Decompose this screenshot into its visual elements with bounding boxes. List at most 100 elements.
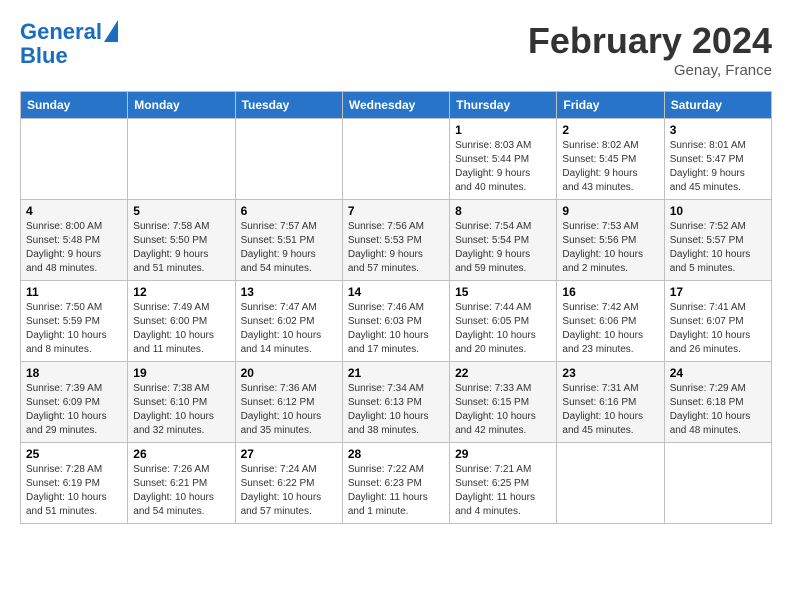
table-row — [664, 443, 771, 524]
location: Genay, France — [528, 62, 772, 79]
day-info-text: Daylight: 9 hours — [26, 248, 122, 262]
day-info-text: and 23 minutes. — [562, 343, 658, 357]
day-info-text: Sunset: 6:03 PM — [348, 315, 444, 329]
day-info-text: Sunrise: 8:02 AM — [562, 139, 658, 153]
day-number: 12 — [133, 285, 229, 299]
calendar-week-row: 11Sunrise: 7:50 AMSunset: 5:59 PMDayligh… — [21, 281, 772, 362]
day-info-text: Daylight: 10 hours — [670, 410, 766, 424]
day-number: 18 — [26, 366, 122, 380]
day-info-text: Sunset: 6:18 PM — [670, 396, 766, 410]
day-info-text: and 54 minutes. — [133, 505, 229, 519]
table-row — [557, 443, 664, 524]
day-info-text: Sunset: 6:21 PM — [133, 477, 229, 491]
day-number: 11 — [26, 285, 122, 299]
day-info-text: Sunset: 5:44 PM — [455, 153, 551, 167]
day-number: 1 — [455, 123, 551, 137]
table-row: 6Sunrise: 7:57 AMSunset: 5:51 PMDaylight… — [235, 200, 342, 281]
day-info-text: Daylight: 10 hours — [562, 248, 658, 262]
day-info-text: and 35 minutes. — [241, 424, 337, 438]
day-info-text: Sunrise: 8:01 AM — [670, 139, 766, 153]
day-info-text: and 29 minutes. — [26, 424, 122, 438]
table-row: 17Sunrise: 7:41 AMSunset: 6:07 PMDayligh… — [664, 281, 771, 362]
day-info-text: and 2 minutes. — [562, 262, 658, 276]
table-row — [342, 119, 449, 200]
table-row: 11Sunrise: 7:50 AMSunset: 5:59 PMDayligh… — [21, 281, 128, 362]
day-info-text: Sunset: 6:09 PM — [26, 396, 122, 410]
table-row: 25Sunrise: 7:28 AMSunset: 6:19 PMDayligh… — [21, 443, 128, 524]
day-info-text: and 59 minutes. — [455, 262, 551, 276]
table-row — [128, 119, 235, 200]
col-wednesday: Wednesday — [342, 92, 449, 119]
day-number: 23 — [562, 366, 658, 380]
table-row: 13Sunrise: 7:47 AMSunset: 6:02 PMDayligh… — [235, 281, 342, 362]
day-info-text: Sunset: 6:23 PM — [348, 477, 444, 491]
day-info-text: Sunset: 6:13 PM — [348, 396, 444, 410]
logo: General Blue — [20, 20, 118, 68]
day-info-text: and 45 minutes. — [562, 424, 658, 438]
day-info-text: and 57 minutes. — [348, 262, 444, 276]
day-info-text: Daylight: 10 hours — [670, 248, 766, 262]
day-info-text: and 51 minutes. — [26, 505, 122, 519]
table-row: 1Sunrise: 8:03 AMSunset: 5:44 PMDaylight… — [450, 119, 557, 200]
day-info-text: Sunrise: 7:53 AM — [562, 220, 658, 234]
day-info-text: Daylight: 10 hours — [241, 491, 337, 505]
day-info-text: Sunset: 6:07 PM — [670, 315, 766, 329]
day-number: 14 — [348, 285, 444, 299]
day-number: 25 — [26, 447, 122, 461]
col-tuesday: Tuesday — [235, 92, 342, 119]
day-info-text: Sunset: 5:50 PM — [133, 234, 229, 248]
day-info-text: Sunrise: 7:39 AM — [26, 382, 122, 396]
day-info-text: and 20 minutes. — [455, 343, 551, 357]
day-number: 16 — [562, 285, 658, 299]
day-number: 26 — [133, 447, 229, 461]
day-info-text: Daylight: 9 hours — [562, 167, 658, 181]
day-number: 21 — [348, 366, 444, 380]
day-info-text: and 54 minutes. — [241, 262, 337, 276]
day-info-text: Sunrise: 7:22 AM — [348, 463, 444, 477]
day-info-text: Daylight: 10 hours — [26, 329, 122, 343]
table-row: 12Sunrise: 7:49 AMSunset: 6:00 PMDayligh… — [128, 281, 235, 362]
day-info-text: Sunset: 6:05 PM — [455, 315, 551, 329]
day-info-text: Sunrise: 7:34 AM — [348, 382, 444, 396]
day-info-text: and 1 minute. — [348, 505, 444, 519]
day-number: 28 — [348, 447, 444, 461]
table-row: 3Sunrise: 8:01 AMSunset: 5:47 PMDaylight… — [664, 119, 771, 200]
day-info-text: Daylight: 9 hours — [241, 248, 337, 262]
day-info-text: Sunrise: 8:00 AM — [26, 220, 122, 234]
day-info-text: and 51 minutes. — [133, 262, 229, 276]
day-number: 20 — [241, 366, 337, 380]
table-row: 8Sunrise: 7:54 AMSunset: 5:54 PMDaylight… — [450, 200, 557, 281]
day-info-text: and 48 minutes. — [26, 262, 122, 276]
day-number: 27 — [241, 447, 337, 461]
day-info-text: Sunrise: 7:56 AM — [348, 220, 444, 234]
day-info-text: and 57 minutes. — [241, 505, 337, 519]
day-info-text: Daylight: 10 hours — [455, 410, 551, 424]
logo-text: General — [20, 20, 102, 44]
calendar-week-row: 4Sunrise: 8:00 AMSunset: 5:48 PMDaylight… — [21, 200, 772, 281]
day-info-text: Daylight: 10 hours — [455, 329, 551, 343]
day-info-text: Sunrise: 7:33 AM — [455, 382, 551, 396]
day-info-text: Sunrise: 7:21 AM — [455, 463, 551, 477]
day-info-text: Sunrise: 7:47 AM — [241, 301, 337, 315]
page: General Blue February 2024 Genay, France… — [0, 0, 792, 534]
col-monday: Monday — [128, 92, 235, 119]
table-row: 19Sunrise: 7:38 AMSunset: 6:10 PMDayligh… — [128, 362, 235, 443]
day-number: 6 — [241, 204, 337, 218]
table-row: 15Sunrise: 7:44 AMSunset: 6:05 PMDayligh… — [450, 281, 557, 362]
day-info-text: Sunset: 6:00 PM — [133, 315, 229, 329]
day-info-text: Daylight: 9 hours — [670, 167, 766, 181]
day-info-text: Sunrise: 7:58 AM — [133, 220, 229, 234]
day-info-text: Sunset: 5:48 PM — [26, 234, 122, 248]
day-info-text: Sunset: 6:16 PM — [562, 396, 658, 410]
col-saturday: Saturday — [664, 92, 771, 119]
calendar: Sunday Monday Tuesday Wednesday Thursday… — [20, 91, 772, 524]
day-info-text: Sunrise: 7:52 AM — [670, 220, 766, 234]
day-info-text: and 40 minutes. — [455, 181, 551, 195]
day-info-text: Sunset: 6:15 PM — [455, 396, 551, 410]
table-row: 26Sunrise: 7:26 AMSunset: 6:21 PMDayligh… — [128, 443, 235, 524]
day-info-text: Sunrise: 7:29 AM — [670, 382, 766, 396]
table-row: 10Sunrise: 7:52 AMSunset: 5:57 PMDayligh… — [664, 200, 771, 281]
day-info-text: Sunset: 5:51 PM — [241, 234, 337, 248]
calendar-header-row: Sunday Monday Tuesday Wednesday Thursday… — [21, 92, 772, 119]
day-info-text: Daylight: 10 hours — [133, 491, 229, 505]
